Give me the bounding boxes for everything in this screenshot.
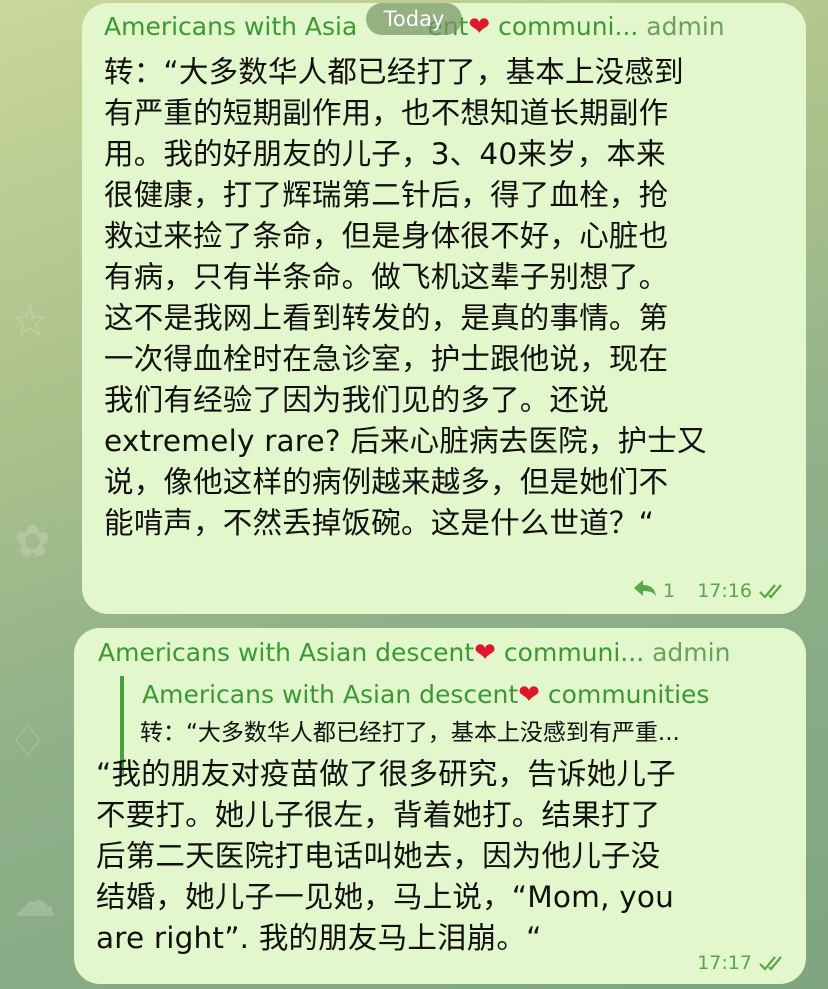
quoted-sender-name: Americans with Asian descent <box>142 680 519 709</box>
admin-badge: admin <box>646 12 725 41</box>
date-divider: Today <box>366 3 462 35</box>
message-line: 这不是我网上看到转发的，是真的事情。第 <box>104 301 669 335</box>
message-time: 17:16 <box>697 579 752 602</box>
sender-header: Americans with Asian descent❤ communi...… <box>98 637 730 669</box>
sender-name-tail[interactable]: communi... <box>498 12 638 41</box>
message-line: 不要打。她儿子很左，背着她打。结果打了 <box>96 798 661 832</box>
message-line: 有病，只有半条命。做飞机这辈子别想了。 <box>104 260 669 294</box>
quoted-sender-tail: communities <box>547 680 710 709</box>
message-line: 能啃声，不然丢掉饭碗。这是什么世道？“ <box>104 506 655 540</box>
message-text: “我的朋友对疫苗做了很多研究，告诉她儿子 不要打。她儿子很左，背着她打。结果打了… <box>96 754 676 959</box>
sender-name[interactable]: Americans with Asian descent <box>98 638 474 667</box>
quoted-text: 转：“大多数华人都已经打了，基本上没感到有严重... <box>140 720 680 746</box>
double-check-icon <box>758 954 788 972</box>
sender-name-tail[interactable]: communi... <box>504 638 644 667</box>
message-line: 我们有经验了因为我们见的多了。还说 <box>104 383 609 417</box>
message-line: 一次得血栓时在急诊室，护士跟他说，现在 <box>104 342 669 376</box>
heart-icon: ❤ <box>474 638 496 668</box>
message-line: “我的朋友对疫苗做了很多研究，告诉她儿子 <box>96 757 676 791</box>
background-doodle-icon: ☁ <box>12 876 56 927</box>
background-doodle-icon: ♢ <box>8 716 48 767</box>
message-line: 有严重的短期副作用，也不想知道长期副作 <box>104 96 669 130</box>
heart-icon: ❤ <box>518 680 540 710</box>
heart-icon: ❤ <box>468 12 491 42</box>
reply-count[interactable]: 1 <box>663 579 675 603</box>
message-line: are right”. 我的朋友马上泪崩。“ <box>96 921 542 955</box>
message-line: 救过来捡了条命，但是身体很不好，心脏也 <box>104 219 669 253</box>
admin-badge: admin <box>652 638 731 667</box>
message-text: 转：“大多数华人都已经打了，基本上没感到 有严重的短期副作用，也不想知道长期副作… <box>104 52 707 544</box>
reply-arrow-icon[interactable] <box>633 579 657 603</box>
message-line: 说，像他这样的病例越来越多，但是她们不 <box>104 465 669 499</box>
message-line: 结婚，她儿子一见她，马上说，“Mom, you <box>96 880 675 914</box>
sender-name[interactable]: Americans with Asia <box>104 12 357 41</box>
message-line: extremely rare? 后来心脏病去医院，护士又 <box>104 424 707 458</box>
message-bubble[interactable]: Americans with Asian descent❤ communi...… <box>74 628 806 984</box>
quoted-sender: Americans with Asian descent❤ communitie… <box>142 680 709 710</box>
message-line: 转：“大多数华人都已经打了，基本上没感到 <box>104 55 684 89</box>
message-time: 17:17 <box>697 951 752 974</box>
background-doodle-icon: ✿ <box>14 516 51 567</box>
message-line: 用。我的好朋友的儿子，3、40来岁，本来 <box>104 137 666 171</box>
message-meta: 1 17:16 <box>633 578 788 603</box>
message-meta: 17:17 <box>697 950 788 975</box>
background-doodle-icon: ☆ <box>10 296 50 347</box>
message-line: 后第二天医院打电话叫她去，因为他儿子没 <box>96 839 661 873</box>
message-line: 很健康，打了辉瑞第二针后，得了血栓，抢 <box>104 178 669 212</box>
double-check-icon <box>758 582 788 600</box>
message-bubble[interactable]: Americans with Asiaent❤ communi... admin… <box>82 3 806 614</box>
